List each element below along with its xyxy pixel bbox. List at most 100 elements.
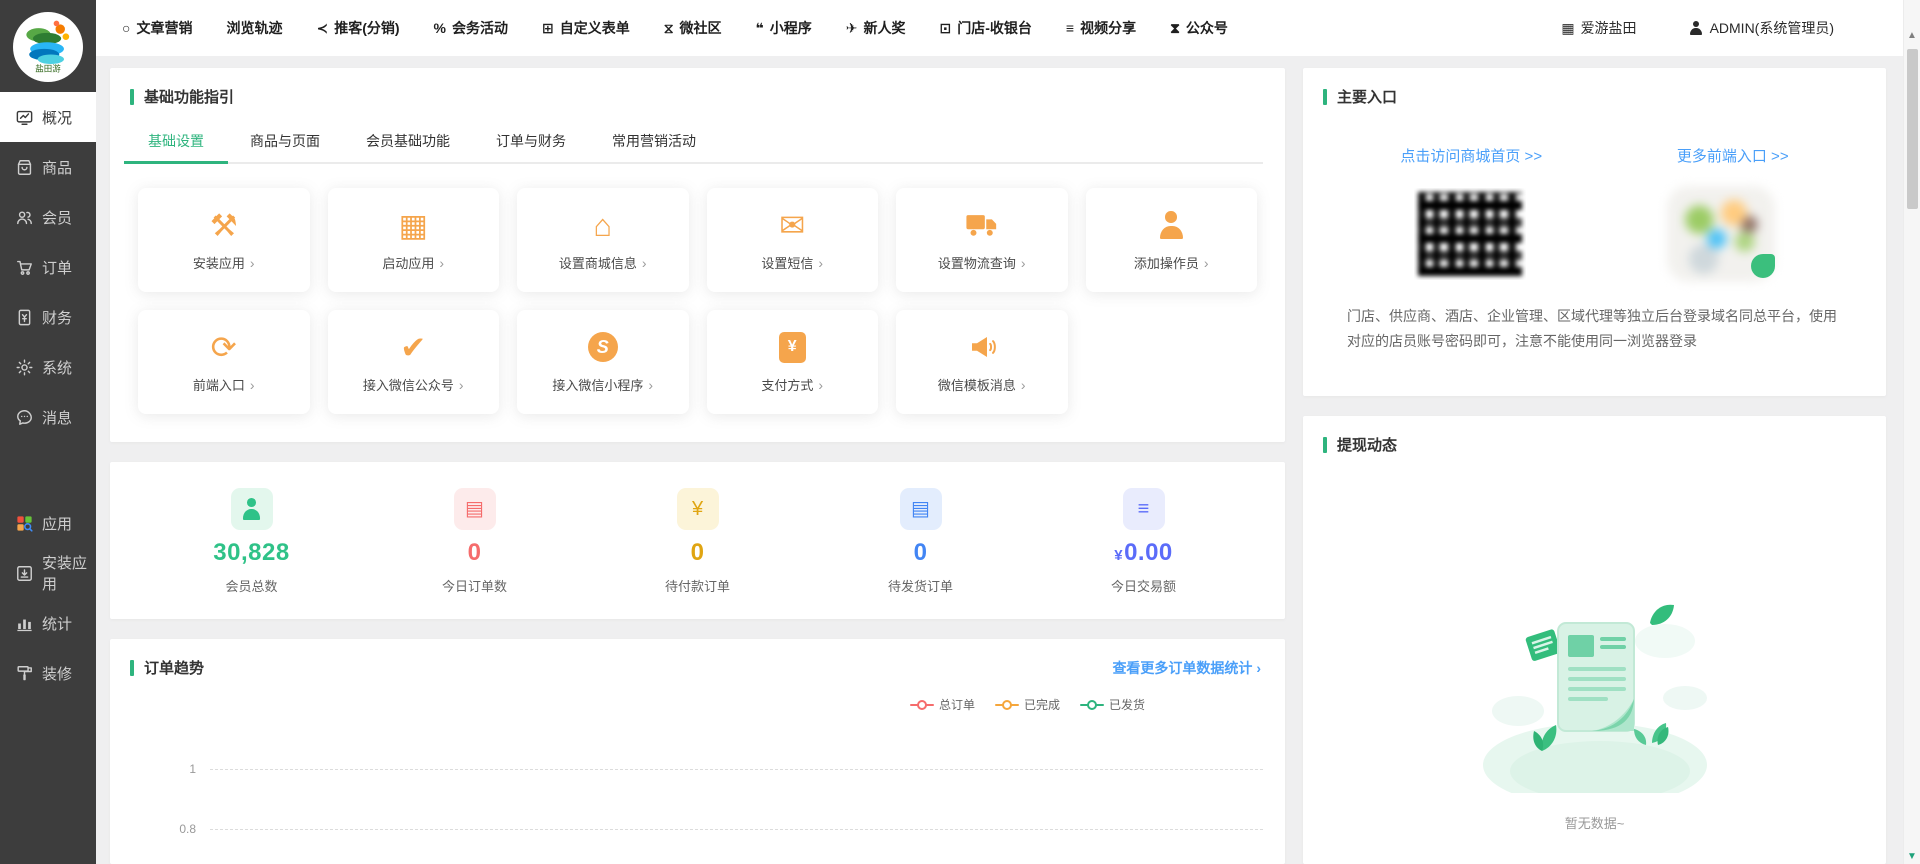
- grid-icon: ▦: [1561, 21, 1574, 35]
- nav-item-distribution[interactable]: ≺推客(分销): [316, 18, 399, 38]
- guide-panel: 基础功能指引 基础设置 商品与页面 会员基础功能 订单与财务 常用营销活动 ⚒ …: [110, 68, 1285, 442]
- legend-completed[interactable]: 已完成: [995, 696, 1060, 713]
- sidebar-item-statistics[interactable]: 统计: [0, 598, 96, 648]
- legend-marker: [1080, 700, 1104, 710]
- storefront-icon: ⌂: [593, 208, 612, 242]
- right-column: 主要入口 点击访问商城首页 >> 更多前端入口 >> 门店、供应商、酒店、企业管…: [1303, 68, 1886, 864]
- app-root: 盐田游 概况 商品 会员 订单 财务 系统 消息: [0, 0, 1920, 864]
- y-tick: 0.8: [138, 822, 196, 836]
- stat-label: 会员总数: [225, 576, 277, 595]
- accent-bar: [130, 660, 134, 676]
- list-icon: ≡: [1066, 21, 1074, 35]
- card-payment[interactable]: ¥ 支付方式›: [707, 310, 879, 414]
- sidebar-item-orders[interactable]: 订单: [0, 242, 96, 292]
- sidebar-item-install-apps[interactable]: 安装应用: [0, 548, 96, 598]
- chevron-right-icon: ›: [818, 255, 823, 271]
- sidebar-item-goods[interactable]: 商品: [0, 142, 96, 192]
- top-nav: ○文章营销 浏览轨迹 ≺推客(分销) %会务活动 ⊞ 自定义表单 ⧖微社区 ❝小程…: [122, 18, 1228, 38]
- clipboard-icon: ▤: [900, 488, 942, 530]
- card-label: 设置物流查询: [938, 253, 1016, 272]
- card-template-message[interactable]: 微信模板消息›: [896, 310, 1068, 414]
- stat-unpaid-orders: ¥ 0 待付款订单: [586, 488, 809, 595]
- nav-item-newcomer-award[interactable]: ✈新人奖: [846, 18, 906, 38]
- tab-orders-finance[interactable]: 订单与财务: [494, 121, 568, 162]
- nav-label: 自定义表单: [560, 18, 630, 38]
- more-order-stats-link[interactable]: 查看更多订单数据统计 ›: [1112, 658, 1261, 678]
- withdraw-title: 提现动态: [1337, 434, 1397, 455]
- card-frontend-entry[interactable]: ⟳ 前端入口›: [138, 310, 310, 414]
- content: 基础功能指引 基础设置 商品与页面 会员基础功能 订单与财务 常用营销活动 ⚒ …: [96, 56, 1920, 864]
- guide-tabs: 基础设置 商品与页面 会员基础功能 订单与财务 常用营销活动: [132, 117, 1263, 164]
- sidebar-item-label: 订单: [42, 257, 72, 278]
- card-wechat-miniprogram[interactable]: S 接入微信小程序›: [517, 310, 689, 414]
- order-trend-panel: 订单趋势 查看更多订单数据统计 › 总订单 已完成 已发货 1 0.8 0.6: [110, 639, 1285, 864]
- card-mall-info[interactable]: ⌂ 设置商城信息 ›: [517, 188, 689, 292]
- nav-label: 视频分享: [1080, 18, 1136, 38]
- order-trend-chart: 1 0.8 0.6: [110, 717, 1285, 864]
- card-launch-app[interactable]: ▦ 启动应用›: [328, 188, 500, 292]
- legend-total-orders[interactable]: 总订单: [910, 696, 975, 713]
- nav-item-browse-track[interactable]: 浏览轨迹: [226, 18, 282, 38]
- form-icon: ⊞: [542, 21, 554, 35]
- card-install-app[interactable]: ⚒ 安装应用›: [138, 188, 310, 292]
- nav-label: 公众号: [1186, 18, 1228, 38]
- tab-basic-settings[interactable]: 基础设置: [146, 121, 206, 162]
- tab-member-basics[interactable]: 会员基础功能: [364, 121, 452, 162]
- workspace-menu[interactable]: ▦ 爱游盐田: [1561, 18, 1636, 38]
- card-label: 设置商城信息: [559, 253, 637, 272]
- sidebar-item-members[interactable]: 会员: [0, 192, 96, 242]
- sidebar-item-apps[interactable]: 应用: [0, 498, 96, 548]
- sidebar-item-dashboard[interactable]: 概况: [0, 92, 96, 142]
- sidebar-item-finance[interactable]: 财务: [0, 292, 96, 342]
- sidebar-item-messages[interactable]: 消息: [0, 392, 96, 442]
- nav-item-mini-program[interactable]: ❝小程序: [756, 18, 812, 38]
- stat-unshipped-orders: ▤ 0 待发货订单: [809, 488, 1032, 595]
- sidebar-item-label: 系统: [42, 357, 72, 378]
- gear-icon: [15, 358, 34, 377]
- stat-label: 待付款订单: [665, 576, 730, 595]
- chevron-right-icon: ›: [642, 255, 647, 271]
- guide-header: 基础功能指引: [110, 68, 1285, 117]
- sidebar-spacer: [0, 442, 96, 498]
- scroll-up-arrow-icon[interactable]: ▲: [1907, 30, 1917, 41]
- nav-item-conference[interactable]: %会务活动: [434, 18, 508, 38]
- megaphone-icon: [967, 330, 997, 364]
- sidebar-item-system[interactable]: 系统: [0, 342, 96, 392]
- stat-value: 0: [914, 539, 928, 567]
- mall-home-link[interactable]: 点击访问商城首页 >>: [1400, 145, 1542, 166]
- stat-value: 30,828: [213, 539, 289, 567]
- workspace-label: 爱游盐田: [1581, 18, 1637, 38]
- card-add-operator[interactable]: 添加操作员›: [1086, 188, 1258, 292]
- circle-icon: ○: [122, 21, 130, 35]
- nav-item-micro-community[interactable]: ⧖微社区: [664, 18, 722, 38]
- nav-item-article-marketing[interactable]: ○文章营销: [122, 18, 192, 38]
- stat-label: 今日订单数: [442, 576, 507, 595]
- scrollbar-track[interactable]: ▲ ▼: [1903, 0, 1920, 864]
- card-sms[interactable]: ✉ 设置短信›: [707, 188, 879, 292]
- scrollbar-thumb[interactable]: [1907, 49, 1918, 209]
- sidebar-item-label: 商品: [42, 157, 72, 178]
- legend-shipped[interactable]: 已发货: [1080, 696, 1145, 713]
- chart-legend: 总订单 已完成 已发货: [110, 684, 1285, 717]
- empty-state-illustration: [1480, 593, 1710, 793]
- user-label: ADMIN(系统管理员): [1710, 18, 1834, 38]
- apps-icon: [15, 514, 34, 533]
- nav-label: 会务活动: [452, 18, 508, 38]
- sidebar-item-label: 概况: [42, 107, 72, 128]
- nav-item-store-cashier[interactable]: ⊡门店-收银台: [940, 18, 1032, 38]
- nav-item-official-account[interactable]: ⧗公众号: [1170, 18, 1228, 38]
- sidebar-item-decorate[interactable]: 装修: [0, 648, 96, 698]
- card-wechat-official[interactable]: ✔ 接入微信公众号›: [328, 310, 500, 414]
- nav-item-custom-form[interactable]: ⊞ 自定义表单: [542, 18, 630, 38]
- wechat-s-icon: S: [588, 330, 618, 364]
- cash-register-icon: ⊡: [940, 21, 952, 35]
- tools-icon: ⚒: [210, 208, 238, 242]
- sidebar-item-label: 装修: [42, 663, 72, 684]
- card-logistics[interactable]: 设置物流查询›: [896, 188, 1068, 292]
- nav-item-video-share[interactable]: ≡ 视频分享: [1066, 18, 1136, 38]
- user-menu[interactable]: ADMIN(系统管理员): [1689, 18, 1834, 38]
- more-frontend-entry-link[interactable]: 更多前端入口 >>: [1677, 145, 1789, 166]
- scroll-down-arrow-icon[interactable]: ▼: [1907, 851, 1917, 862]
- tab-marketing[interactable]: 常用营销活动: [610, 121, 698, 162]
- tab-goods-pages[interactable]: 商品与页面: [248, 121, 322, 162]
